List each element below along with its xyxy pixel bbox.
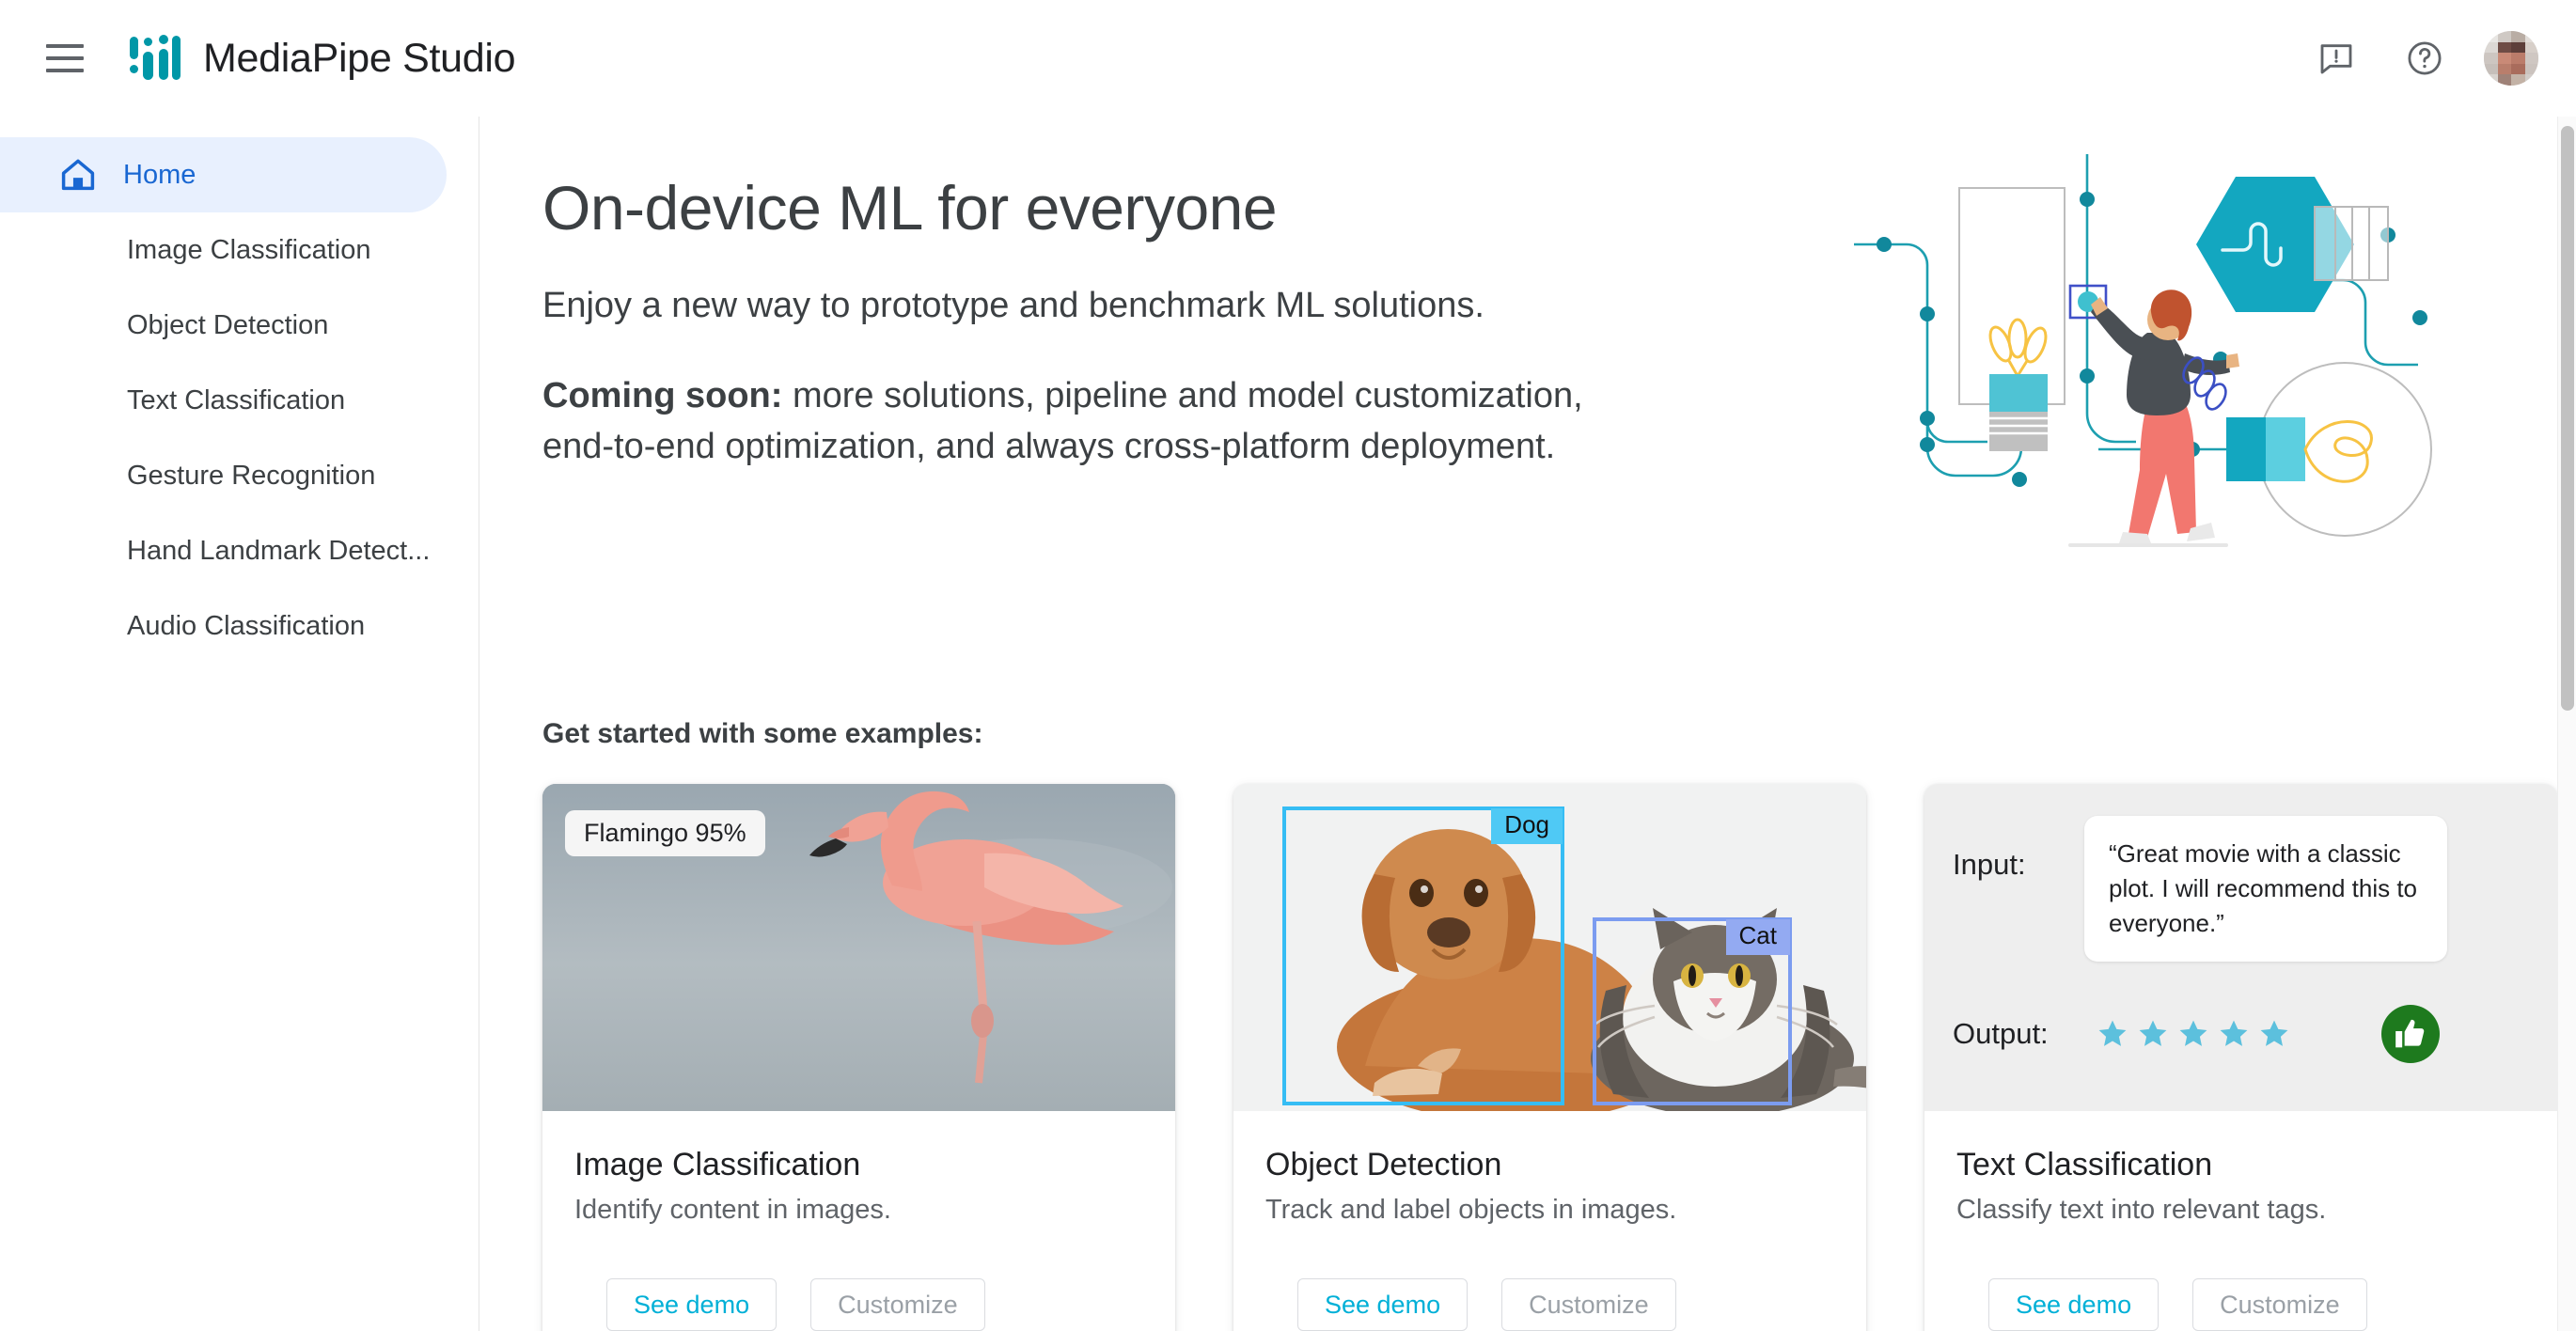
prediction-badge: Flamingo 95%: [565, 810, 765, 856]
card-description: Identify content in images.: [574, 1195, 891, 1225]
feedback-icon[interactable]: [2307, 29, 2365, 87]
star-rating: [2096, 1017, 2291, 1051]
see-demo-button[interactable]: See demo: [1297, 1278, 1469, 1331]
text-sentiment-graphic: Input: “Great movie with a classic plot.…: [1924, 784, 2557, 1111]
card-text-classification[interactable]: Input: “Great movie with a classic plot.…: [1924, 784, 2557, 1331]
bounding-box-dog: Dog: [1282, 806, 1564, 1105]
sidebar-item-object-detection[interactable]: Object Detection: [0, 288, 447, 363]
see-demo-button[interactable]: See demo: [1988, 1278, 2160, 1331]
sidebar-item-label: Home: [123, 159, 196, 190]
mediapipe-logo-icon: [130, 34, 181, 83]
example-cards: Flamingo 95% Image Classification Identi…: [542, 784, 2557, 1331]
hero-section: On-device ML for everyone Enjoy a new wa…: [542, 154, 2557, 643]
input-label: Input:: [1953, 848, 2026, 881]
card-image-classification[interactable]: Flamingo 95% Image Classification Identi…: [542, 784, 1175, 1331]
sidebar-item-label: Text Classification: [127, 384, 346, 415]
card-actions: See demo Customize: [1924, 1226, 2557, 1331]
main-content: On-device ML for everyone Enjoy a new wa…: [480, 117, 2557, 1331]
star-icon: [2139, 1020, 2167, 1046]
output-label: Output:: [1953, 1016, 2049, 1050]
sidebar-item-label: Object Detection: [127, 309, 329, 340]
customize-button[interactable]: Customize: [1501, 1278, 1676, 1331]
card-body: Object Detection Track and label objects…: [1233, 1111, 1866, 1226]
star-icon: [2260, 1020, 2288, 1046]
see-demo-button[interactable]: See demo: [606, 1278, 778, 1331]
examples-heading: Get started with some examples:: [542, 718, 983, 749]
card-title: Object Detection: [1265, 1147, 1502, 1182]
header-actions: [2307, 29, 2538, 87]
vertical-scrollbar[interactable]: [2557, 117, 2576, 1331]
card-actions: See demo Customize: [542, 1226, 1175, 1331]
hamburger-menu-icon[interactable]: [38, 31, 92, 86]
on-device-ml-illustration: [1816, 139, 2474, 553]
sidebar-item-label: Hand Landmark Detect...: [127, 535, 431, 566]
sidebar-nav: Home Image Classification Object Detecti…: [0, 117, 479, 1331]
app-header: MediaPipe Studio: [0, 0, 2576, 117]
sidebar-item-text-classification[interactable]: Text Classification: [0, 363, 447, 438]
input-text-bubble: “Great movie with a classic plot. I will…: [2084, 816, 2447, 962]
star-icon: [2220, 1020, 2248, 1046]
card-media: Input: “Great movie with a classic plot.…: [1924, 784, 2557, 1111]
sidebar-item-hand-landmark-detection[interactable]: Hand Landmark Detect...: [0, 513, 447, 588]
sidebar-item-label: Gesture Recognition: [127, 460, 376, 491]
home-icon: [58, 155, 102, 195]
card-media: Dog Cat: [1233, 784, 1866, 1111]
card-body: Text Classification Classify text into r…: [1924, 1111, 2557, 1226]
sidebar-item-audio-classification[interactable]: Audio Classification: [0, 588, 447, 664]
star-icon: [2098, 1020, 2127, 1046]
help-icon[interactable]: [2395, 29, 2454, 87]
customize-button[interactable]: Customize: [2192, 1278, 2367, 1331]
sidebar-item-image-classification[interactable]: Image Classification: [0, 212, 447, 288]
scrollbar-thumb[interactable]: [2561, 126, 2574, 711]
bounding-box-cat: Cat: [1593, 917, 1792, 1105]
hero-coming-soon: Coming soon: more solutions, pipeline an…: [542, 371, 1652, 473]
customize-button[interactable]: Customize: [810, 1278, 985, 1331]
coming-soon-label: Coming soon:: [542, 375, 783, 415]
star-icon: [2179, 1020, 2207, 1046]
card-description: Classify text into relevant tags.: [1956, 1195, 2327, 1225]
card-media: Flamingo 95%: [542, 784, 1175, 1111]
bounding-box-label: Cat: [1725, 919, 1790, 955]
card-description: Track and label objects in images.: [1265, 1195, 1677, 1225]
sidebar-item-label: Audio Classification: [127, 610, 366, 641]
card-title: Text Classification: [1956, 1147, 2213, 1182]
sidebar-item-gesture-recognition[interactable]: Gesture Recognition: [0, 438, 447, 513]
app-title: MediaPipe Studio: [203, 35, 516, 81]
card-object-detection[interactable]: Dog Cat Object Detection Track and label…: [1233, 784, 1866, 1331]
card-title: Image Classification: [574, 1147, 861, 1182]
card-body: Image Classification Identify content in…: [542, 1111, 1175, 1226]
card-actions: See demo Customize: [1233, 1226, 1866, 1331]
bounding-box-label: Dog: [1491, 808, 1563, 844]
sidebar-item-label: Image Classification: [127, 234, 371, 265]
thumbs-up-icon: [2381, 1004, 2440, 1063]
brand-logo[interactable]: MediaPipe Studio: [130, 34, 516, 83]
user-avatar[interactable]: [2484, 31, 2538, 86]
sidebar-item-home[interactable]: Home: [0, 137, 447, 212]
